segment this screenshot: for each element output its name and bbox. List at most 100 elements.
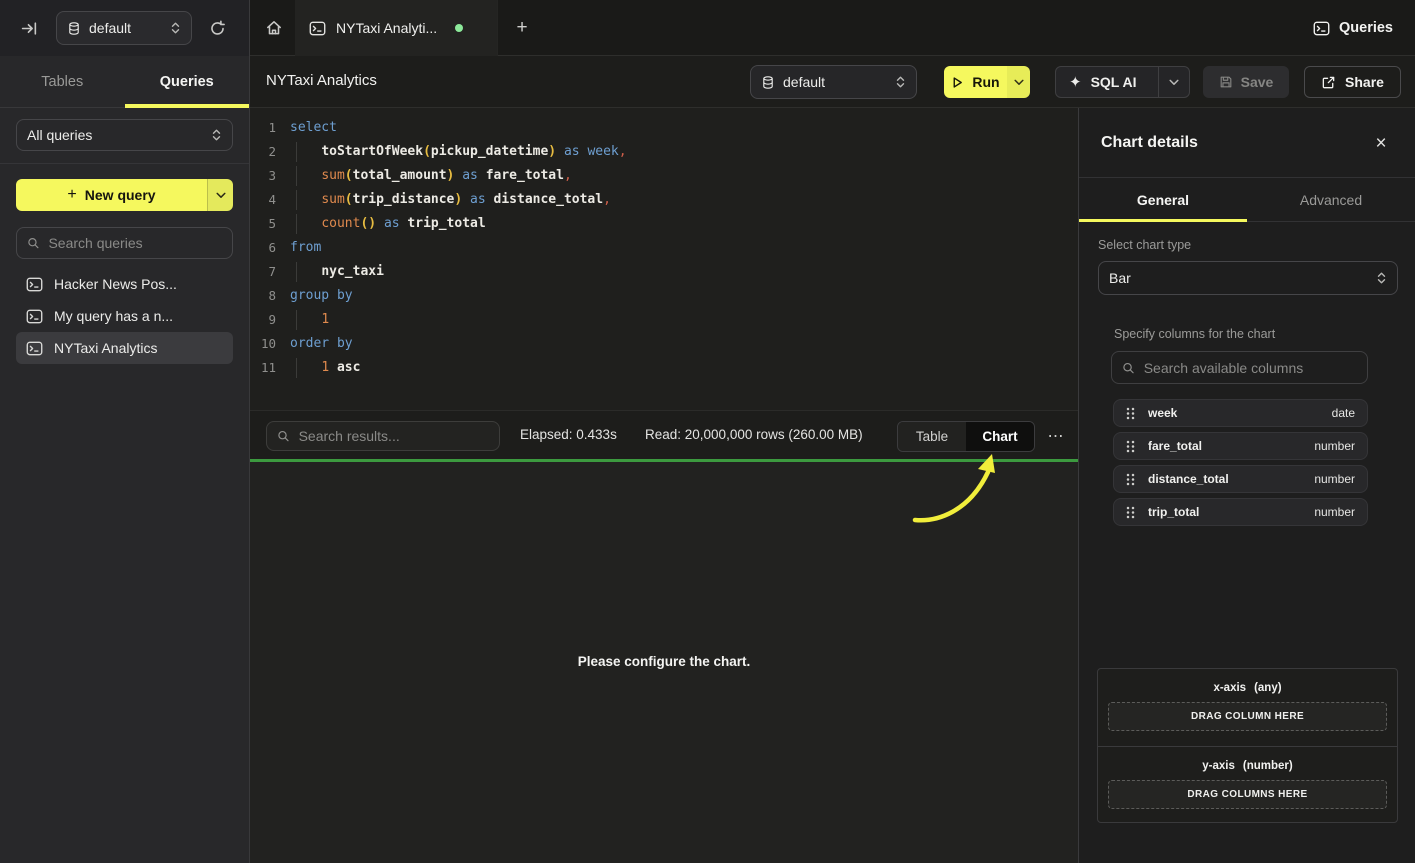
terminal-icon [26,340,43,357]
column-chip[interactable]: trip_totalnumber [1113,498,1368,526]
saved-query-item[interactable]: NYTaxi Analytics [16,332,233,364]
code-text: sum(trip_distance) as distance_total, [290,188,611,212]
query-tab[interactable]: NYTaxi Analyti... [295,0,498,56]
terminal-icon [1313,20,1330,37]
drag-handle[interactable] [1126,473,1135,486]
plus-icon: + [67,186,76,204]
code-line[interactable]: 2 toStartOfWeek(pickup_datetime) as week… [250,140,1078,164]
page-title: NYTaxi Analytics [266,72,377,89]
database-selector-value: default [89,20,131,36]
code-line[interactable]: 6from [250,236,1078,260]
search-columns-input[interactable] [1144,360,1357,376]
column-chip[interactable]: weekdate [1113,399,1368,427]
column-type: number [1314,439,1355,453]
line-number: 7 [250,260,276,284]
code-line[interactable]: 4 sum(trip_distance) as distance_total, [250,188,1078,212]
code-line[interactable]: 5 count() as trip_total [250,212,1078,236]
columns-section-label: Specify columns for the chart [1114,327,1275,341]
code-text: toStartOfWeek(pickup_datetime) as week, [290,140,627,164]
queries-filter-value: All queries [27,127,92,143]
share-button[interactable]: Share [1304,66,1401,98]
tab-tables[interactable]: Tables [0,56,125,107]
new-query-label: New query [85,187,156,203]
toolbar-database-selector[interactable]: default [750,65,917,99]
chevron-updown-icon [211,128,222,142]
chevron-down-icon [1169,79,1179,86]
axis-config-box: x-axis(any) DRAG COLUMN HERE y-axis(numb… [1097,668,1398,823]
code-line[interactable]: 1select [250,116,1078,140]
collapse-sidebar-button[interactable] [18,17,40,39]
sql-editor[interactable]: 1select2 toStartOfWeek(pickup_datetime) … [250,108,1078,410]
new-query-dropdown-button[interactable] [207,179,233,211]
new-query-main[interactable]: + New query [16,179,207,211]
search-icon [27,236,39,250]
sql-ai-dropdown-button[interactable] [1159,79,1189,86]
saved-query-item[interactable]: My query has a n... [16,300,233,332]
tab-advanced[interactable]: Advanced [1247,178,1415,221]
run-button[interactable]: Run [944,66,1030,98]
more-options-button[interactable]: ⋯ [1042,420,1070,451]
chart-view: Please configure the chart. [250,462,1078,863]
search-icon [1122,361,1135,375]
saved-query-item[interactable]: Hacker News Pos... [16,268,233,300]
line-number: 6 [250,236,276,260]
column-type: number [1314,472,1355,486]
column-type: date [1332,406,1355,420]
play-icon [951,76,964,89]
elapsed-stat: Elapsed: 0.433s [520,427,617,442]
code-text: order by [290,332,353,356]
column-chip[interactable]: distance_totalnumber [1113,465,1368,493]
run-label: Run [972,74,999,90]
line-number: 11 [250,356,276,380]
refresh-button[interactable] [205,16,229,40]
view-tab-table[interactable]: Table [898,422,966,451]
save-button[interactable]: Save [1203,66,1289,98]
code-line[interactable]: 10order by [250,332,1078,356]
drag-handle[interactable] [1126,440,1135,453]
y-axis-label: y-axis [1202,760,1235,772]
code-line[interactable]: 9 1 [250,308,1078,332]
column-type: number [1314,505,1355,519]
search-results-box[interactable] [266,421,500,451]
run-dropdown-button[interactable] [1007,66,1030,98]
chart-details-tabs: General Advanced [1079,178,1415,222]
sql-console-app: default NYTaxi Analyti... + Queries T [0,0,1415,863]
x-axis-drop-zone[interactable]: DRAG COLUMN HERE [1108,702,1387,731]
y-axis-drop-zone[interactable]: DRAG COLUMNS HERE [1108,780,1387,809]
view-tab-chart[interactable]: Chart [966,422,1034,451]
code-line[interactable]: 11 1 asc [250,356,1078,380]
code-text: sum(total_amount) as fare_total, [290,164,572,188]
run-button-main[interactable]: Run [944,66,1007,98]
sql-ai-button[interactable]: ✦ SQL AI [1055,66,1190,98]
new-query-button[interactable]: + New query [16,179,233,211]
drag-handle[interactable] [1126,407,1135,420]
chevron-updown-icon [895,75,906,89]
queries-filter-select[interactable]: All queries [16,119,233,151]
column-chip[interactable]: fare_totalnumber [1113,432,1368,460]
collapse-sidebar-icon [21,20,38,37]
refresh-icon [209,20,226,37]
search-results-input[interactable] [299,428,489,444]
close-panel-button[interactable]: × [1369,132,1393,156]
line-number: 8 [250,284,276,308]
drag-handle[interactable] [1126,506,1135,519]
queries-nav-button[interactable]: Queries [1313,14,1393,42]
code-text: select [290,116,337,140]
home-button[interactable] [262,16,286,40]
chevron-updown-icon [1376,271,1387,285]
chevron-down-icon [216,192,226,199]
chart-type-select[interactable]: Bar [1098,261,1398,295]
saved-query-label: Hacker News Pos... [54,276,177,292]
search-columns-box[interactable] [1111,351,1368,384]
y-axis-title: y-axis(number) [1098,747,1397,772]
search-queries-box[interactable] [16,227,233,259]
new-tab-button[interactable]: + [508,14,536,42]
tab-general[interactable]: General [1079,178,1247,221]
tab-queries[interactable]: Queries [125,56,250,107]
database-selector[interactable]: default [56,11,192,45]
code-line[interactable]: 8group by [250,284,1078,308]
search-queries-input[interactable] [48,235,222,251]
code-line[interactable]: 7 nyc_taxi [250,260,1078,284]
code-text: count() as trip_total [290,212,486,236]
code-line[interactable]: 3 sum(total_amount) as fare_total, [250,164,1078,188]
